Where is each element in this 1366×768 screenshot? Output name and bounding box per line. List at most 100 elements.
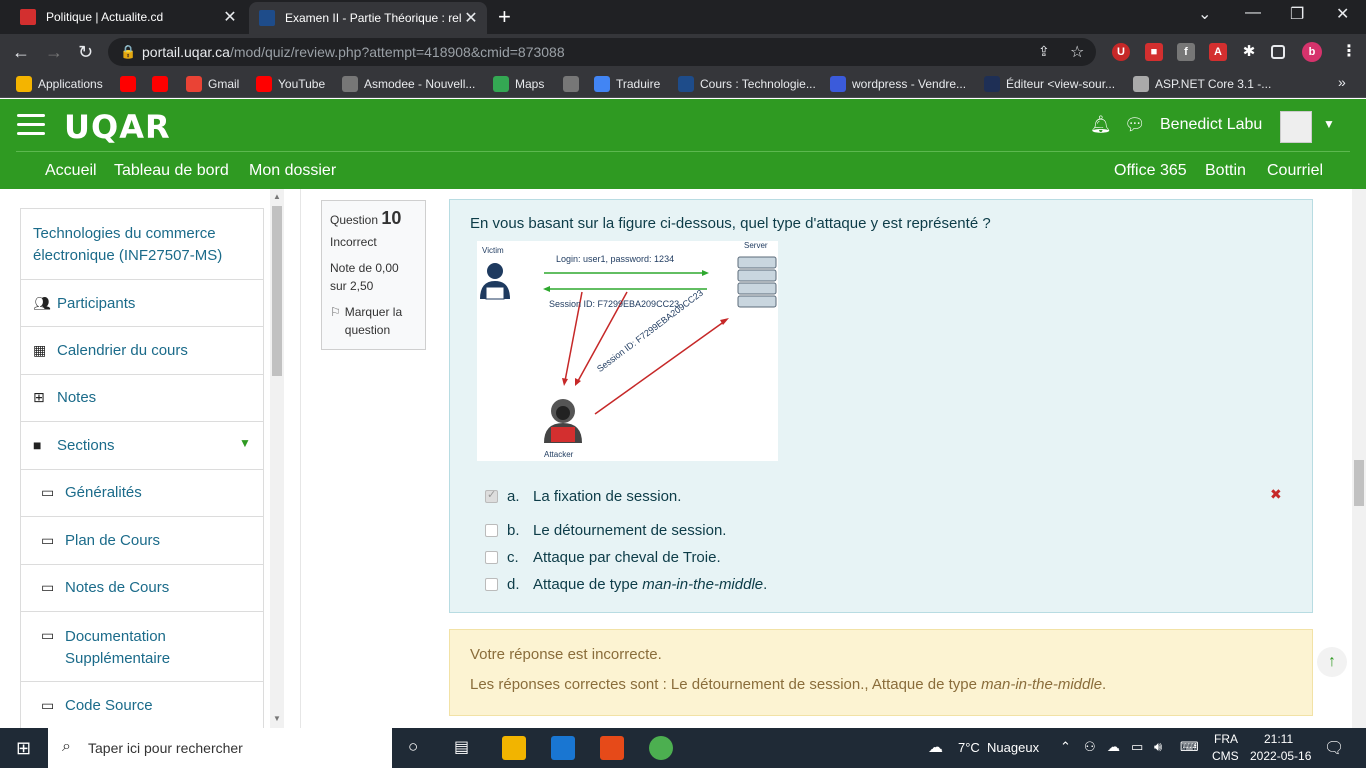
sidebar-item-participants[interactable]: 👥︎ Participants bbox=[20, 280, 264, 327]
answer-checkbox[interactable] bbox=[485, 551, 498, 564]
bookmark-item[interactable]: Maps bbox=[493, 76, 544, 92]
scroll-down-icon[interactable]: ▼ bbox=[273, 714, 281, 723]
minimize-icon[interactable]: — bbox=[1245, 4, 1261, 22]
back-icon[interactable]: ← bbox=[12, 42, 30, 62]
browser-menu-icon[interactable]: ⋮ bbox=[1340, 43, 1358, 61]
sidebar-section-code-source[interactable]: ▭ Code Source bbox=[20, 682, 264, 728]
chrome-icon[interactable] bbox=[649, 736, 673, 760]
answer-checkbox[interactable] bbox=[485, 524, 498, 537]
language-primary[interactable]: FRA bbox=[1214, 732, 1238, 746]
caret-down-icon[interactable]: ▼ bbox=[239, 436, 251, 450]
nav-tableau-de-bord[interactable]: Tableau de bord bbox=[114, 162, 229, 180]
bookmark-label: ASP.NET Core 3.1 -... bbox=[1155, 77, 1272, 91]
avatar[interactable] bbox=[1280, 111, 1312, 143]
messages-chat-icon[interactable]: 💬︎ bbox=[1124, 115, 1146, 135]
reload-icon[interactable]: ↻ bbox=[78, 42, 93, 62]
nav-bottin[interactable]: Bottin bbox=[1205, 162, 1246, 180]
notification-center-icon[interactable]: 🗨︎ bbox=[1324, 738, 1344, 758]
clock-time[interactable]: 21:11 bbox=[1264, 732, 1293, 746]
bookmark-item[interactable]: ASP.NET Core 3.1 -... bbox=[1133, 76, 1271, 92]
nav-office-365[interactable]: Office 365 bbox=[1114, 162, 1187, 180]
answer-checkbox[interactable]: ✓ bbox=[485, 489, 498, 503]
sidebar-item-calendar[interactable]: ▦ Calendrier du cours bbox=[20, 327, 264, 375]
sidebar-section-generalites[interactable]: ▭ Généralités bbox=[20, 470, 264, 517]
bookmark-item[interactable]: YouTube bbox=[256, 76, 325, 92]
sidepanel-icon[interactable] bbox=[1271, 45, 1285, 59]
ublock-icon[interactable]: U bbox=[1112, 43, 1130, 61]
bookmark-item[interactable]: Éditeur <view-sour... bbox=[984, 76, 1115, 92]
flag-question-link[interactable]: ⚐ Marquer la question bbox=[330, 303, 417, 339]
extension-icon[interactable]: f bbox=[1177, 43, 1195, 61]
sidebar-section-plan[interactable]: ▭ Plan de Cours bbox=[20, 517, 264, 565]
extension-icon[interactable]: ■ bbox=[1145, 43, 1163, 61]
pdf-icon[interactable]: A bbox=[1209, 43, 1227, 61]
bookmark-item[interactable] bbox=[152, 76, 174, 92]
uqar-logo[interactable]: UQAR bbox=[64, 108, 171, 146]
bookmark-item[interactable]: Traduire bbox=[594, 76, 660, 92]
answer-option-b[interactable]: b. Le détournement de session. bbox=[485, 522, 726, 539]
bookmark-item[interactable] bbox=[563, 76, 585, 92]
answer-option-c[interactable]: c. Attaque par cheval de Troie. bbox=[485, 549, 721, 566]
profile-avatar[interactable]: b bbox=[1302, 42, 1322, 62]
sidebar-course-link[interactable]: Technologies du commerce électronique (I… bbox=[20, 208, 264, 280]
scroll-up-icon[interactable]: ▲ bbox=[273, 192, 281, 201]
bookmark-item[interactable]: Gmail bbox=[186, 76, 239, 92]
nav-mon-dossier[interactable]: Mon dossier bbox=[249, 162, 336, 180]
sidebar-item-notes[interactable]: ⊞ Notes bbox=[20, 375, 264, 422]
sidebar-scrollbar-thumb[interactable] bbox=[272, 206, 282, 376]
sidebar-section-documentation[interactable]: ▭ Documentation Supplémentaire bbox=[20, 612, 264, 682]
close-window-icon[interactable]: ✕ bbox=[1336, 4, 1349, 24]
user-menu-caret-icon[interactable]: ▼ bbox=[1323, 117, 1335, 131]
new-tab-icon[interactable]: + bbox=[498, 4, 511, 30]
file-explorer-icon[interactable] bbox=[502, 736, 526, 760]
question-label: Question bbox=[330, 213, 379, 227]
browser-tab-2[interactable]: Examen II - Partie Théorique : rel ✕ bbox=[249, 2, 487, 34]
clock-date[interactable]: 2022-05-16 bbox=[1250, 749, 1311, 763]
share-icon[interactable]: ⇪ bbox=[1038, 43, 1050, 60]
battery-icon[interactable]: ▭ bbox=[1131, 739, 1143, 755]
people-icon[interactable]: ⚇ bbox=[1084, 739, 1096, 755]
tab-search-icon[interactable]: ⌄ bbox=[1198, 4, 1211, 24]
bookmarks-overflow-icon[interactable]: » bbox=[1338, 74, 1346, 90]
server-rack-icon bbox=[737, 256, 777, 308]
office-icon[interactable] bbox=[600, 736, 624, 760]
nav-courriel[interactable]: Courriel bbox=[1267, 162, 1323, 180]
nav-accueil[interactable]: Accueil bbox=[45, 162, 97, 180]
restore-icon[interactable]: ❐ bbox=[1290, 4, 1304, 24]
puzzle-icon[interactable]: ✱ bbox=[1240, 43, 1258, 61]
bookmark-item[interactable] bbox=[120, 76, 142, 92]
user-name[interactable]: Benedict Labu bbox=[1160, 116, 1262, 134]
notifications-bell-icon[interactable]: 🔔︎ bbox=[1090, 115, 1112, 135]
bookmark-item[interactable]: Asmodee - Nouvell... bbox=[342, 76, 475, 92]
tray-expand-icon[interactable]: ⌃ bbox=[1060, 739, 1071, 755]
page-scrollbar-thumb[interactable] bbox=[1354, 460, 1364, 506]
close-tab-icon[interactable]: ✕ bbox=[461, 8, 481, 28]
answer-option-d[interactable]: d. Attaque de type man-in-the-middle. bbox=[485, 576, 767, 593]
windows-start-icon[interactable]: ⊞ bbox=[16, 738, 31, 759]
close-tab-icon[interactable]: ✕ bbox=[220, 7, 240, 27]
task-view-icon[interactable]: ▤ bbox=[454, 737, 469, 757]
bookmark-item[interactable]: Applications bbox=[16, 76, 103, 92]
bookmark-item[interactable]: wordpress - Vendre... bbox=[830, 76, 966, 92]
language-secondary[interactable]: CMS bbox=[1212, 749, 1239, 763]
mail-icon[interactable] bbox=[551, 736, 575, 760]
sidebar-item-sections[interactable]: ■ Sections ▼ bbox=[20, 422, 264, 470]
bookmark-item[interactable]: Cours : Technologie... bbox=[678, 76, 816, 92]
keyboard-icon[interactable]: ⌨ bbox=[1180, 739, 1199, 755]
onedrive-icon[interactable]: ☁ bbox=[1107, 739, 1120, 755]
address-bar[interactable]: 🔒 portail.uqar.ca/mod/quiz/review.php?at… bbox=[108, 38, 1096, 66]
sidebar-section-notes-de-cours[interactable]: ▭ Notes de Cours bbox=[20, 565, 264, 612]
answer-option-a[interactable]: ✓ a. La fixation de session. bbox=[485, 488, 681, 505]
back-to-top-arrow-icon[interactable]: ↑ bbox=[1317, 647, 1347, 677]
page-scrollbar[interactable] bbox=[1352, 189, 1366, 728]
cortana-circle-icon[interactable]: ○ bbox=[408, 737, 418, 757]
tab-title: Politique | Actualite.cd bbox=[46, 10, 164, 24]
weather-text[interactable]: 7°C Nuageux bbox=[958, 740, 1039, 755]
browser-tab-1[interactable]: Politique | Actualite.cd ✕ bbox=[10, 0, 246, 34]
answer-checkbox[interactable] bbox=[485, 578, 498, 591]
bookmark-star-icon[interactable]: ☆ bbox=[1070, 42, 1084, 62]
volume-icon[interactable]: 🔊︎ bbox=[1154, 739, 1162, 755]
forward-icon[interactable]: → bbox=[45, 42, 63, 62]
question-grade: Note de 0,00 sur 2,50 bbox=[330, 261, 399, 293]
taskbar-search-input[interactable]: ⌕ Taper ici pour rechercher bbox=[48, 728, 392, 768]
